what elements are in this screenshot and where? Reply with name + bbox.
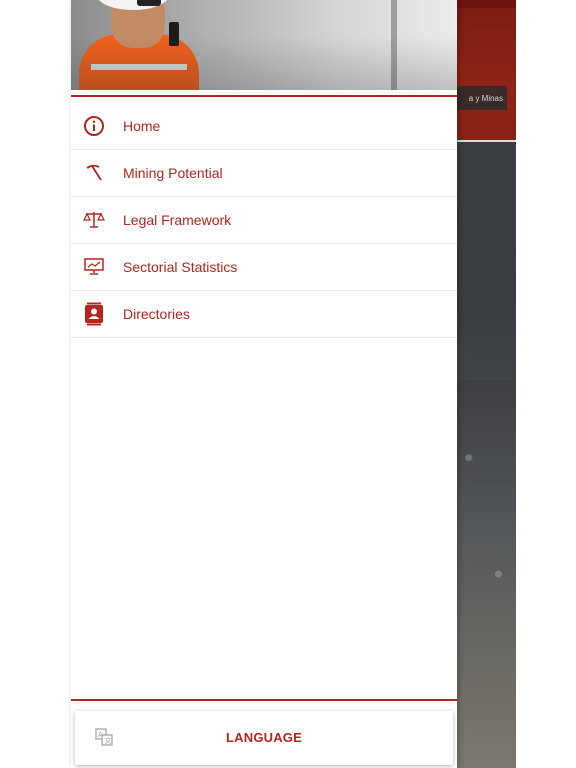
info-icon: [82, 114, 106, 138]
menu-item-sectorial-statistics[interactable]: Sectorial Statistics: [71, 244, 457, 291]
background-mountain-photo: [457, 380, 516, 768]
background-header-edge: [457, 140, 516, 142]
drawer-menu: Home Mining Potential Legal Framework Se…: [71, 103, 457, 338]
menu-item-legal-framework[interactable]: Legal Framework: [71, 197, 457, 244]
menu-item-label: Sectorial Statistics: [123, 259, 238, 275]
contact-card-icon: [82, 302, 106, 326]
background-app-screen[interactable]: a y Minas: [457, 0, 516, 768]
navigation-drawer: Home Mining Potential Legal Framework Se…: [71, 0, 457, 768]
monitor-chart-icon: [82, 255, 106, 279]
pickaxe-icon: [82, 161, 106, 185]
menu-item-label: Home: [123, 118, 161, 134]
background-app-header: [457, 0, 516, 140]
menu-item-directories[interactable]: Directories: [71, 291, 457, 338]
scales-icon: [82, 208, 106, 232]
footer-divider: [71, 699, 457, 701]
header-divider: [71, 95, 457, 97]
menu-item-label: Mining Potential: [123, 165, 223, 181]
menu-item-home[interactable]: Home: [71, 103, 457, 150]
language-label: LANGUAGE: [226, 730, 302, 745]
menu-item-label: Directories: [123, 306, 190, 322]
menu-item-mining-potential[interactable]: Mining Potential: [71, 150, 457, 197]
background-header-tag: a y Minas: [457, 86, 507, 110]
background-status-strip: [457, 0, 516, 8]
drawer-header-photo: [71, 0, 457, 90]
language-button[interactable]: A 文 LANGUAGE: [75, 711, 453, 765]
menu-item-label: Legal Framework: [123, 212, 232, 228]
